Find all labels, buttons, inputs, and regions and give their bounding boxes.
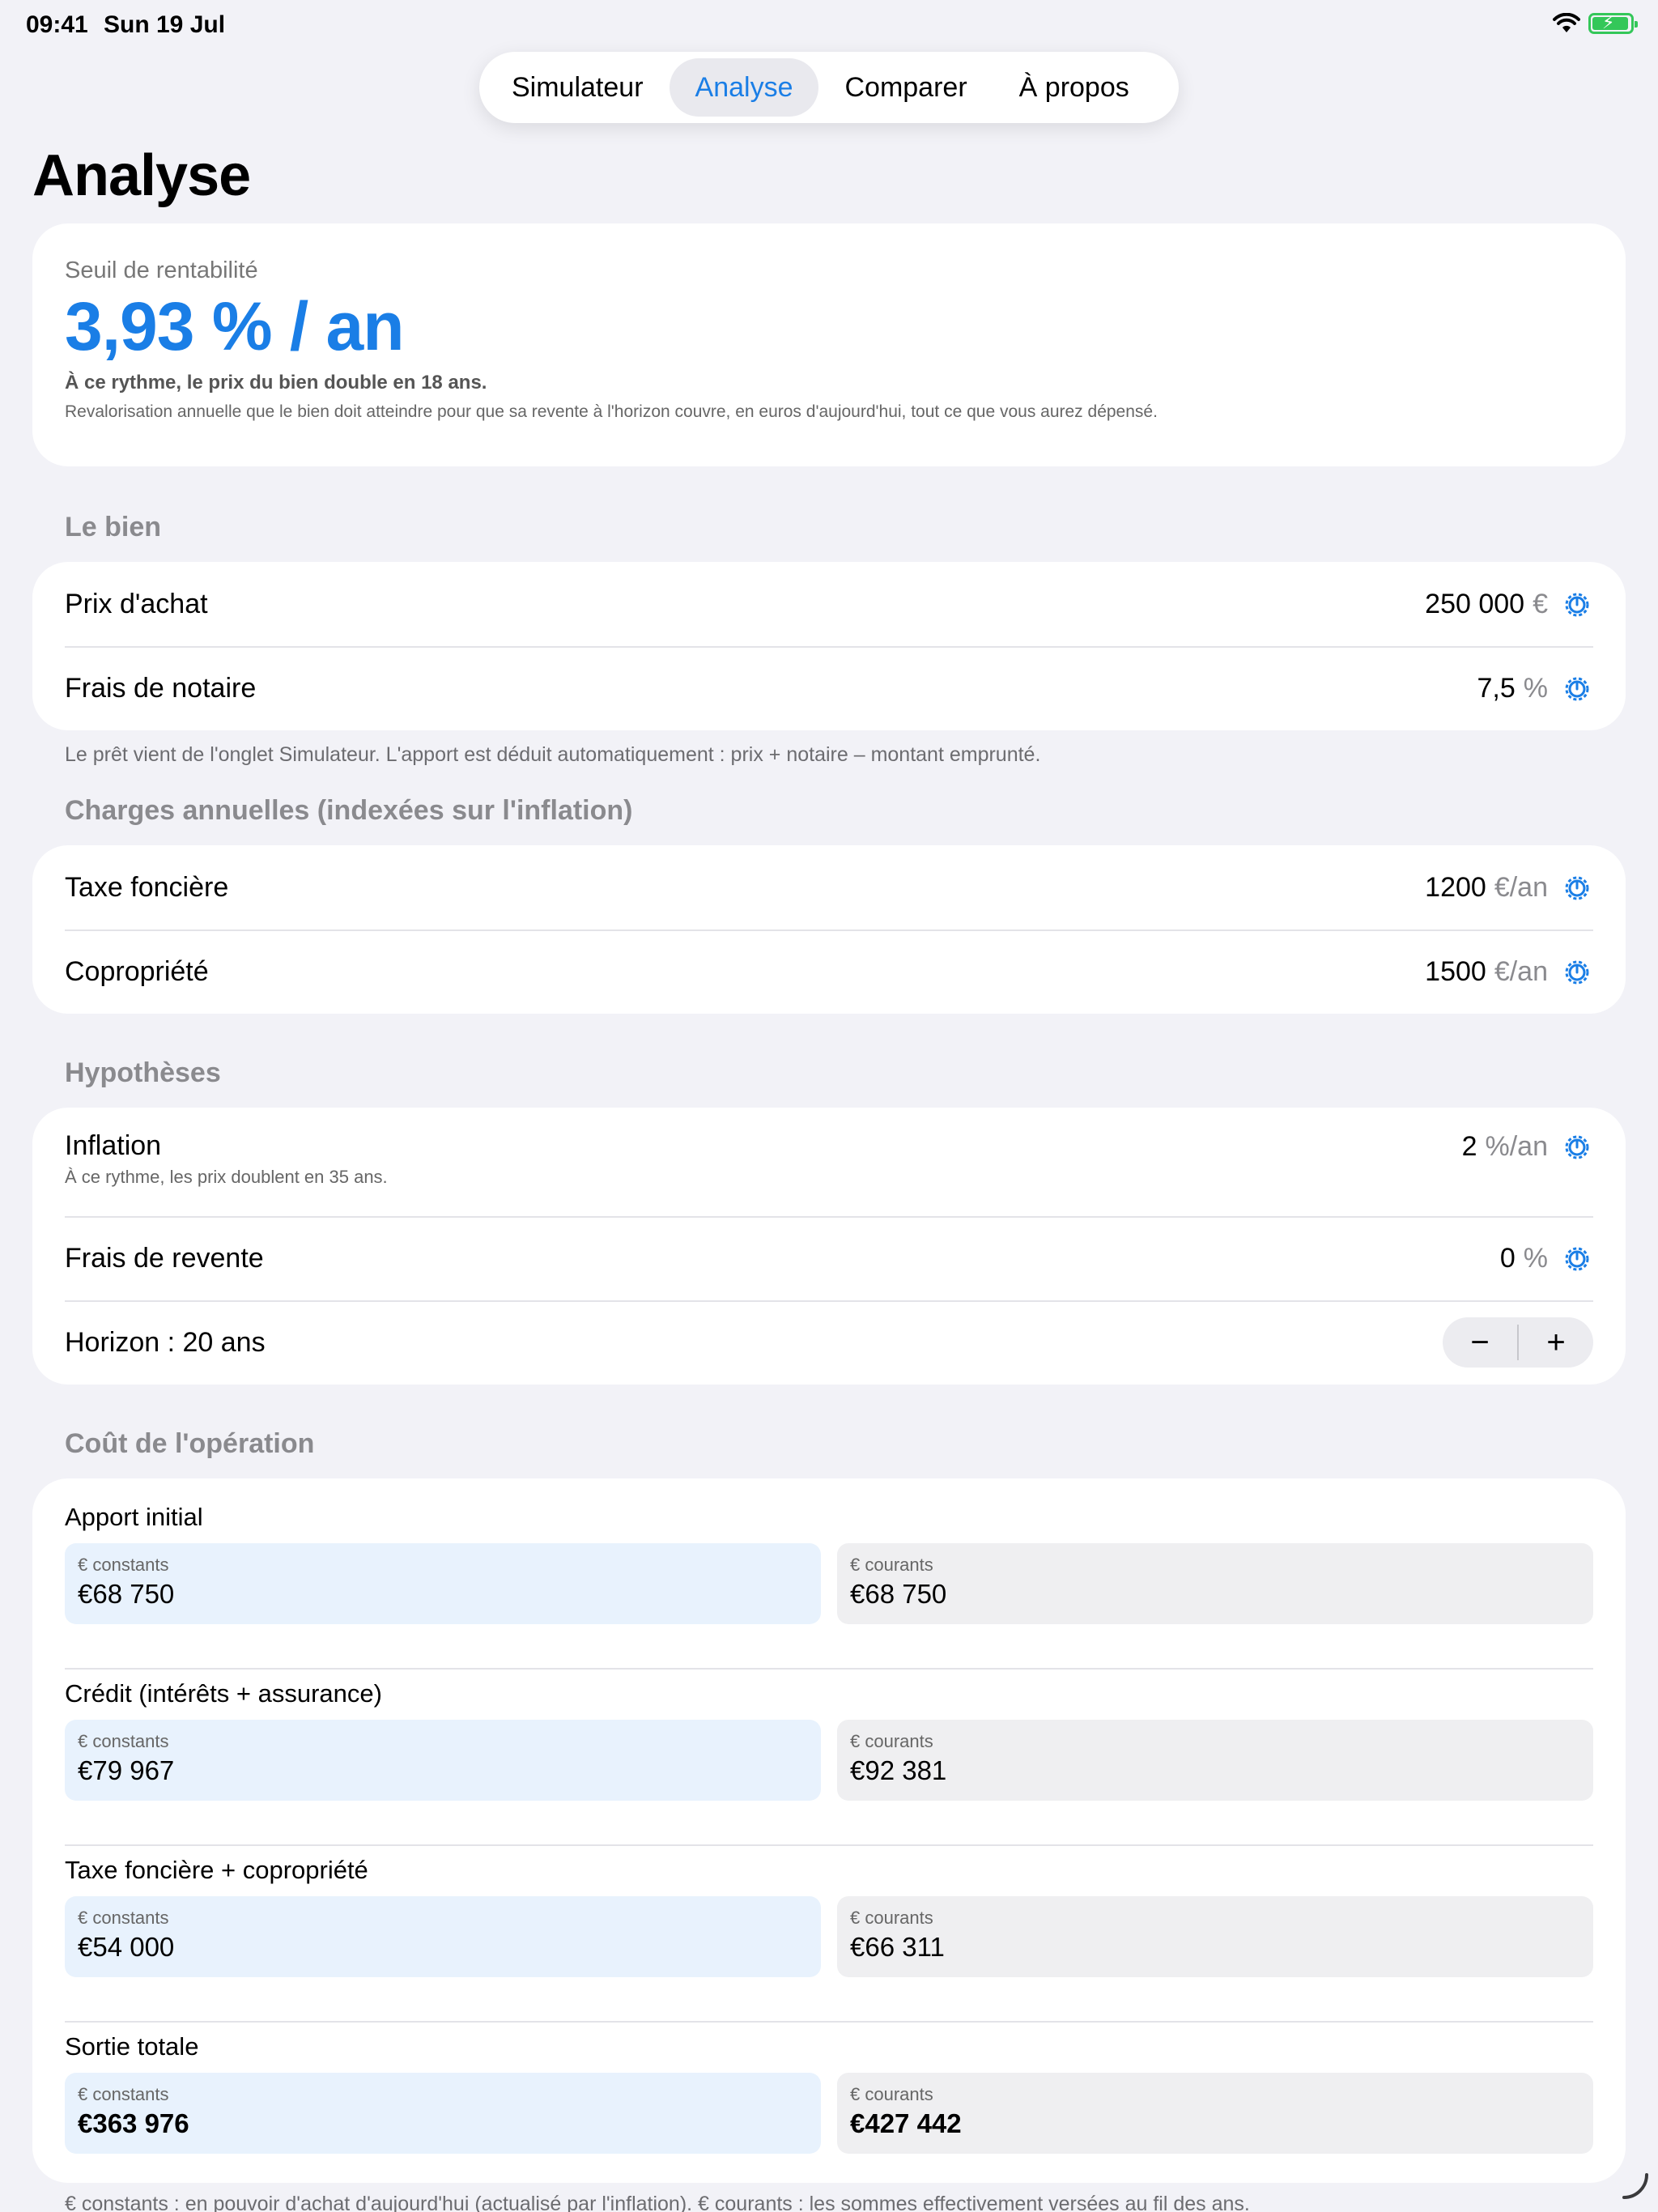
constant-euros-value: €54 000 <box>78 1932 175 1962</box>
resize-handle-icon[interactable] <box>1621 2172 1650 2201</box>
section-title-property: Le bien <box>65 512 162 542</box>
constant-euros-box: € constants €79 967 <box>65 1720 821 1801</box>
resale-fees-label: Frais de revente <box>65 1242 264 1274</box>
notary-fees-unit: % <box>1523 672 1548 704</box>
current-euros-box: € courants €68 750 <box>837 1543 1593 1624</box>
constant-euros-value: €79 967 <box>78 1755 175 1785</box>
purchase-price-unit: € <box>1533 588 1548 619</box>
current-euros-label: € courants <box>850 1731 933 1751</box>
constant-euros-label: € constants <box>78 1555 169 1575</box>
cost-card: Apport initial € constants €68 750 € cou… <box>32 1478 1626 2183</box>
charges-card: Taxe foncière 1200 €/an Copropriété 1500… <box>32 845 1626 1014</box>
cost-group-total-outflow: Sortie totale € constants €363 976 € cou… <box>65 2021 1593 2209</box>
cost-group-label: Crédit (intérêts + assurance) <box>65 1679 382 1708</box>
inflation-sub: À ce rythme, les prix doublent en 35 ans… <box>65 1167 388 1187</box>
constant-euros-box: € constants €54 000 <box>65 1896 821 1977</box>
status-time: 09:41 <box>26 11 88 38</box>
property-card: Prix d'achat 250 000 € Frais de notaire … <box>32 562 1626 730</box>
status-date: Sun 19 Jul <box>104 11 226 38</box>
constant-euros-box: € constants €68 750 <box>65 1543 821 1624</box>
break-even-card: Seuil de rentabilité 3,93 % / an À ce ry… <box>32 223 1626 466</box>
current-euros-box: € courants €427 442 <box>837 2073 1593 2154</box>
section-title-hypotheses: Hypothèses <box>65 1057 221 1088</box>
tab-analyse[interactable]: Analyse <box>669 58 819 117</box>
section-title-cost: Coût de l'opération <box>65 1428 315 1459</box>
inflation-label: Inflation <box>65 1130 162 1161</box>
cost-group-label: Taxe foncière + copropriété <box>65 1856 368 1884</box>
timer-icon[interactable] <box>1561 871 1593 904</box>
timer-icon[interactable] <box>1561 1130 1593 1163</box>
constant-euros-value: €363 976 <box>78 2108 189 2138</box>
status-icons: ⚡ <box>1553 12 1638 34</box>
current-euros-value: €427 442 <box>850 2108 962 2138</box>
inflation-row: Inflation À ce rythme, les prix doublent… <box>32 1108 1626 1216</box>
resale-fees-value[interactable]: 0 <box>1500 1243 1516 1274</box>
notary-fees-value[interactable]: 7,5 <box>1477 673 1516 704</box>
current-euros-value: €66 311 <box>850 1932 945 1962</box>
timer-icon[interactable] <box>1561 588 1593 620</box>
cost-group-label: Apport initial <box>65 1503 203 1531</box>
wifi-icon <box>1553 13 1580 34</box>
tab-comparer[interactable]: Comparer <box>818 58 993 117</box>
timer-icon[interactable] <box>1561 1242 1593 1274</box>
constant-euros-label: € constants <box>78 1908 169 1928</box>
current-euros-label: € courants <box>850 1555 933 1575</box>
hypotheses-card: Inflation À ce rythme, les prix doublent… <box>32 1108 1626 1385</box>
status-bar: 09:41 Sun 19 Jul ⚡ <box>0 0 1658 52</box>
current-euros-value: €68 750 <box>850 1579 947 1609</box>
tab-simulateur[interactable]: Simulateur <box>486 58 670 117</box>
property-tax-row: Taxe foncière 1200 €/an <box>32 845 1626 929</box>
current-euros-box: € courants €66 311 <box>837 1896 1593 1977</box>
page-title: Analyse <box>32 143 251 208</box>
constant-euros-label: € constants <box>78 2084 169 2104</box>
stepper-minus-button[interactable]: − <box>1443 1317 1517 1368</box>
break-even-label: Seuil de rentabilité <box>65 257 258 283</box>
cost-group-initial-contribution: Apport initial € constants €68 750 € cou… <box>65 1503 1593 1679</box>
cost-group-credit: Crédit (intérêts + assurance) € constant… <box>65 1668 1593 1856</box>
notary-fees-label: Frais de notaire <box>65 672 257 704</box>
property-tax-value[interactable]: 1200 <box>1425 872 1486 904</box>
break-even-value: 3,93 % / an <box>65 288 405 364</box>
resale-fees-unit: % <box>1523 1242 1548 1274</box>
property-footnote: Le prêt vient de l'onglet Simulateur. L'… <box>65 743 1041 766</box>
constant-euros-label: € constants <box>78 1731 169 1751</box>
constant-euros-box: € constants €363 976 <box>65 2073 821 2154</box>
section-title-charges: Charges annuelles (indexées sur l'inflat… <box>65 795 633 826</box>
coownership-label: Copropriété <box>65 955 209 987</box>
horizon-label: Horizon : 20 ans <box>65 1326 266 1358</box>
current-euros-label: € courants <box>850 1908 933 1928</box>
cost-group-tax-coownership: Taxe foncière + copropriété € constants … <box>65 1844 1593 2032</box>
purchase-price-value[interactable]: 250 000 <box>1425 589 1524 620</box>
current-euros-value: €92 381 <box>850 1755 947 1785</box>
constant-euros-value: €68 750 <box>78 1579 175 1609</box>
timer-icon[interactable] <box>1561 672 1593 704</box>
inflation-unit: %/an <box>1485 1130 1549 1162</box>
current-euros-box: € courants €92 381 <box>837 1720 1593 1801</box>
tab-bar: Simulateur Analyse Comparer À propos <box>479 52 1179 123</box>
battery-charging-icon: ⚡ <box>1588 12 1638 34</box>
coownership-value[interactable]: 1500 <box>1425 956 1486 988</box>
cost-footnote: € constants : en pouvoir d'achat d'aujou… <box>65 2193 1250 2212</box>
purchase-price-label: Prix d'achat <box>65 588 208 619</box>
property-tax-unit: €/an <box>1494 871 1548 903</box>
timer-icon[interactable] <box>1561 955 1593 988</box>
resale-fees-row: Frais de revente 0 % <box>32 1216 1626 1300</box>
cost-group-label: Sortie totale <box>65 2032 199 2061</box>
notary-fees-row: Frais de notaire 7,5 % <box>32 646 1626 730</box>
break-even-description: Revalorisation annuelle que le bien doit… <box>65 402 1158 422</box>
stepper-plus-button[interactable]: + <box>1519 1317 1593 1368</box>
horizon-stepper: − + <box>1443 1317 1593 1368</box>
property-tax-label: Taxe foncière <box>65 871 229 903</box>
horizon-row: Horizon : 20 ans − + <box>32 1300 1626 1385</box>
purchase-price-row: Prix d'achat 250 000 € <box>32 562 1626 646</box>
coownership-row: Copropriété 1500 €/an <box>32 929 1626 1014</box>
coownership-unit: €/an <box>1494 955 1548 987</box>
inflation-value[interactable]: 2 <box>1462 1131 1477 1163</box>
current-euros-label: € courants <box>850 2084 933 2104</box>
break-even-double-note: À ce rythme, le prix du bien double en 1… <box>65 372 487 394</box>
tab-a-propos[interactable]: À propos <box>993 58 1155 117</box>
